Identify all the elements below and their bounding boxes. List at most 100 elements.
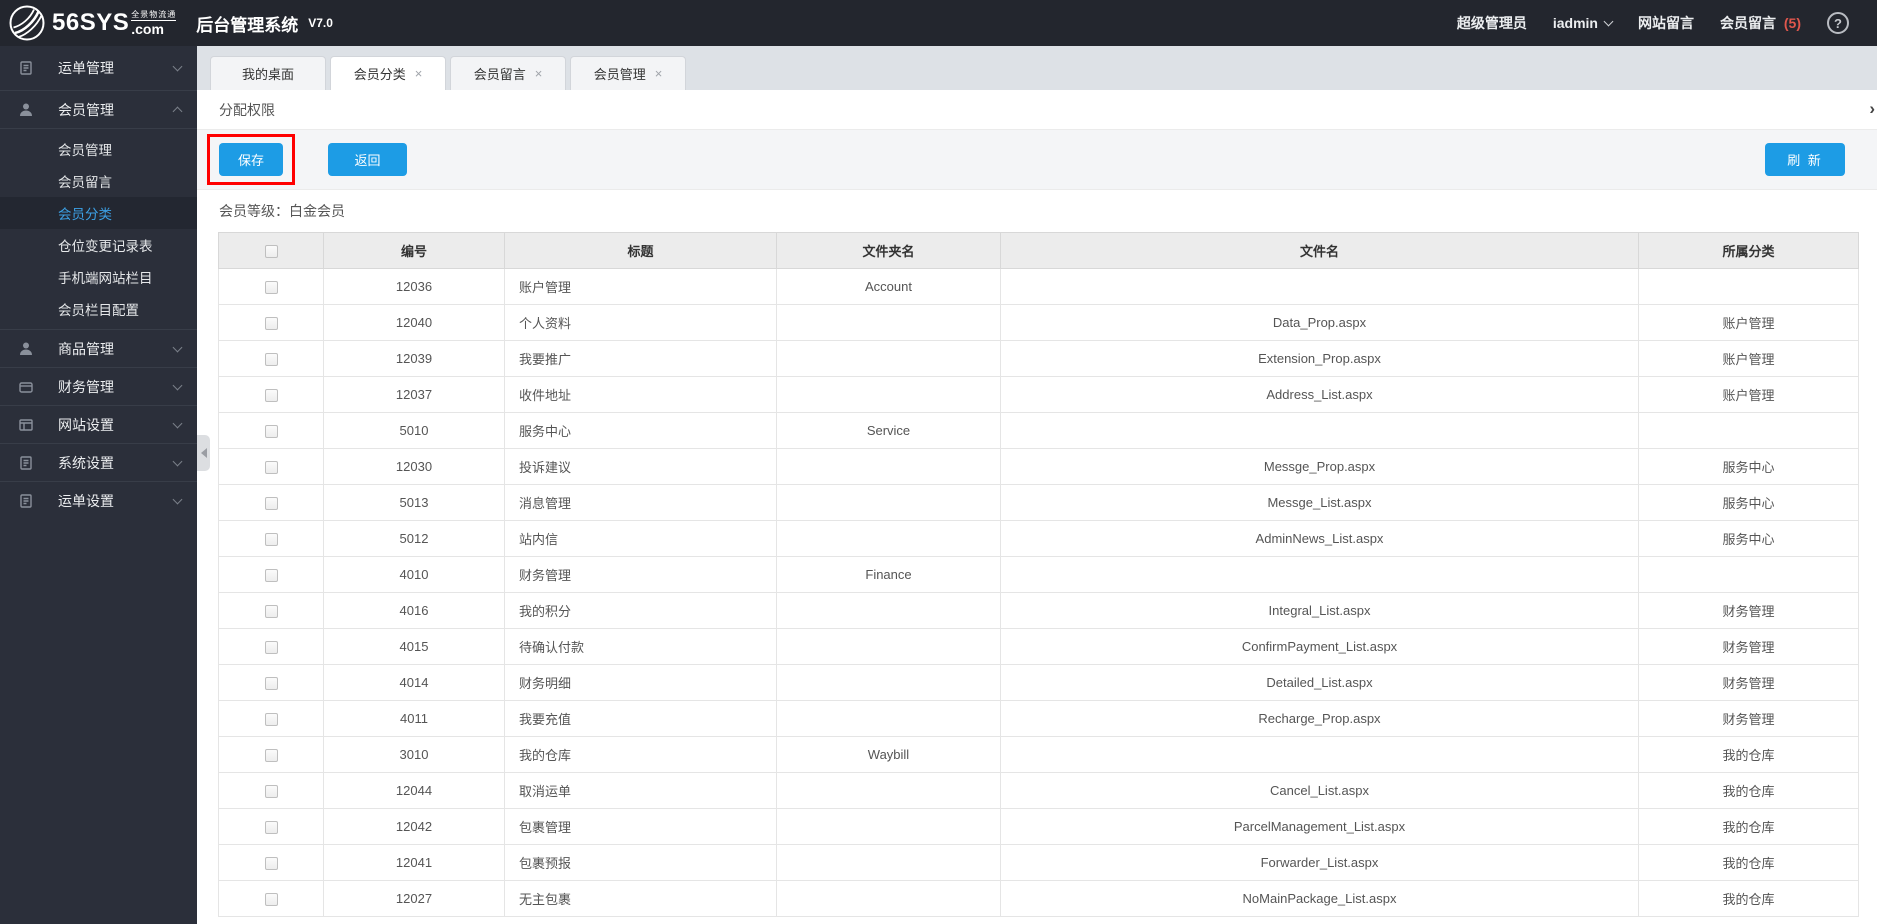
cell-file: Address_List.aspx	[1000, 376, 1639, 413]
cell-id: 4015	[323, 628, 505, 665]
column-header-title: 标题	[504, 232, 777, 269]
tab-member-mgmt[interactable]: 会员管理 ×	[570, 56, 686, 90]
row-checkbox[interactable]	[264, 785, 278, 799]
cell-checkbox	[218, 736, 324, 773]
cell-file	[1000, 268, 1639, 305]
cell-folder: Waybill	[776, 736, 1001, 773]
cell-id: 12044	[323, 772, 505, 809]
annotation-highlight-box: 保存	[207, 134, 295, 185]
cell-file: Extension_Prop.aspx	[1000, 340, 1639, 377]
refresh-button[interactable]: 刷 新	[1765, 143, 1845, 176]
row-checkbox[interactable]	[264, 893, 278, 907]
logo-swoosh-icon	[9, 5, 45, 41]
sidebar-item-system-settings[interactable]: 系统设置	[0, 443, 197, 481]
sidebar-subitem-member-messages[interactable]: 会员留言	[0, 165, 197, 197]
user-menu[interactable]: iadmin	[1553, 15, 1614, 31]
sidebar-item-member-mgmt[interactable]: 会员管理	[0, 90, 197, 128]
cell-folder	[776, 520, 1001, 557]
cell-file: Recharge_Prop.aspx	[1000, 700, 1639, 737]
sidebar-item-waybill-settings[interactable]: 运单设置	[0, 481, 197, 519]
cell-title: 包裹预报	[504, 844, 777, 881]
close-icon[interactable]: ×	[415, 67, 423, 80]
cell-folder	[776, 376, 1001, 413]
row-checkbox[interactable]	[264, 605, 278, 619]
sidebar-submenu: 会员管理 会员留言 会员分类 仓位变更记录表 手机端网站栏目 会员栏目配置	[0, 128, 197, 329]
cell-file: Cancel_List.aspx	[1000, 772, 1639, 809]
sidebar-item-site-settings[interactable]: 网站设置	[0, 405, 197, 443]
sidebar-subitem-mobile-site-columns[interactable]: 手机端网站栏目	[0, 261, 197, 293]
member-messages-link[interactable]: 会员留言 (5)	[1720, 13, 1801, 33]
row-checkbox[interactable]	[264, 677, 278, 691]
logo-sub: 全景物流通 .com	[131, 9, 177, 36]
sidebar-subitem-member-category[interactable]: 会员分类	[0, 197, 197, 229]
help-icon[interactable]: ?	[1827, 12, 1849, 34]
cell-checkbox	[218, 628, 324, 665]
save-button[interactable]: 保存	[219, 143, 283, 176]
row-checkbox[interactable]	[264, 389, 278, 403]
row-checkbox[interactable]	[264, 749, 278, 763]
cell-category: 我的仓库	[1638, 772, 1859, 809]
cell-checkbox	[218, 808, 324, 845]
sidebar-item-waybill-mgmt[interactable]: 运单管理	[0, 46, 197, 90]
cell-id: 12030	[323, 448, 505, 485]
table-row: 4010 财务管理 Finance	[218, 556, 1859, 593]
cell-title: 无主包裹	[504, 880, 777, 917]
table-row: 12039 我要推广 Extension_Prop.aspx 账户管理	[218, 340, 1859, 377]
cell-checkbox	[218, 592, 324, 629]
cell-id: 12040	[323, 304, 505, 341]
column-header-id: 编号	[323, 232, 505, 269]
table-row: 4014 财务明细 Detailed_List.aspx 财务管理	[218, 664, 1859, 701]
table-row: 4016 我的积分 Integral_List.aspx 财务管理	[218, 592, 1859, 629]
row-checkbox[interactable]	[264, 641, 278, 655]
cell-file: Messge_Prop.aspx	[1000, 448, 1639, 485]
cell-folder	[776, 448, 1001, 485]
tab-member-category[interactable]: 会员分类 ×	[330, 56, 446, 90]
close-icon[interactable]: ×	[535, 67, 543, 80]
sidebar-item-label: 商品管理	[58, 340, 114, 357]
cell-category: 财务管理	[1638, 592, 1859, 629]
chevron-left-icon	[200, 448, 207, 458]
select-all-checkbox[interactable]	[264, 245, 278, 259]
row-checkbox[interactable]	[264, 281, 278, 295]
cell-folder	[776, 484, 1001, 521]
cell-category	[1638, 412, 1859, 449]
row-checkbox[interactable]	[264, 425, 278, 439]
logo-tagline: 全景物流通	[131, 9, 177, 21]
cell-file: Forwarder_List.aspx	[1000, 844, 1639, 881]
cell-file: NoMainPackage_List.aspx	[1000, 880, 1639, 917]
tab-member-messages[interactable]: 会员留言 ×	[450, 56, 566, 90]
chevron-down-icon	[1603, 16, 1614, 26]
sidebar-subitem-member-mgmt[interactable]: 会员管理	[0, 133, 197, 165]
sidebar-collapse-handle[interactable]	[197, 435, 210, 471]
site-messages-link[interactable]: 网站留言	[1638, 13, 1694, 33]
cell-checkbox	[218, 520, 324, 557]
cell-title: 收件地址	[504, 376, 777, 413]
row-checkbox[interactable]	[264, 317, 278, 331]
row-checkbox[interactable]	[264, 461, 278, 475]
cell-category: 财务管理	[1638, 664, 1859, 701]
row-checkbox[interactable]	[264, 713, 278, 727]
row-checkbox[interactable]	[264, 533, 278, 547]
cell-checkbox	[218, 700, 324, 737]
panel-collapse-icon[interactable]: ›	[1867, 99, 1877, 119]
app-title: 后台管理系统	[196, 15, 299, 35]
close-icon[interactable]: ×	[655, 67, 663, 80]
tab-my-desktop[interactable]: 我的桌面	[210, 56, 326, 90]
cell-folder	[776, 664, 1001, 701]
sidebar-item-finance-mgmt[interactable]: 财务管理	[0, 367, 197, 405]
sidebar-subitem-member-column-config[interactable]: 会员栏目配置	[0, 293, 197, 325]
cell-title: 个人资料	[504, 304, 777, 341]
row-checkbox[interactable]	[264, 497, 278, 511]
table-row: 12036 账户管理 Account	[218, 268, 1859, 305]
sidebar-item-product-mgmt[interactable]: 商品管理	[0, 329, 197, 367]
table-row: 12044 取消运单 Cancel_List.aspx 我的仓库	[218, 772, 1859, 809]
row-checkbox[interactable]	[264, 857, 278, 871]
row-checkbox[interactable]	[264, 569, 278, 583]
sidebar-subitem-bin-change-log[interactable]: 仓位变更记录表	[0, 229, 197, 261]
back-button[interactable]: 返回	[328, 143, 407, 176]
table-row: 12030 投诉建议 Messge_Prop.aspx 服务中心	[218, 448, 1859, 485]
chevron-down-icon	[172, 494, 183, 504]
column-header-file: 文件名	[1000, 232, 1639, 269]
row-checkbox[interactable]	[264, 353, 278, 367]
row-checkbox[interactable]	[264, 821, 278, 835]
